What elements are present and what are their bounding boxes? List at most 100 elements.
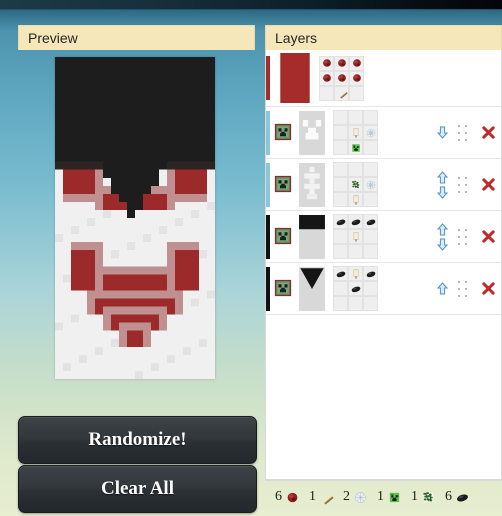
- banner-preview-canvas: [55, 57, 215, 379]
- layer-pattern-thumbnail[interactable]: [299, 214, 325, 259]
- drag-handle-icon: [453, 68, 471, 88]
- recipe-cell-red-dye: [349, 55, 364, 71]
- layers-list: [265, 50, 502, 480]
- crafting-recipe-grid: [319, 55, 364, 101]
- recipe-cell-banner: [348, 266, 363, 281]
- layer-row[interactable]: [266, 159, 501, 211]
- crafting-recipe-grid: [333, 162, 378, 207]
- move-layer-up-icon[interactable]: [436, 282, 448, 295]
- delete-layer-icon[interactable]: [475, 281, 501, 296]
- recipe-cell-vine: [348, 177, 363, 192]
- recipe-cell-empty: [333, 140, 348, 155]
- delete-layer-icon[interactable]: [475, 125, 501, 140]
- recipe-cell-black-dye: [333, 214, 348, 229]
- cost-item: 6: [275, 489, 300, 505]
- red-dye-icon: [285, 490, 300, 505]
- cost-item: 1: [309, 489, 334, 505]
- recipe-cell-stick: [334, 85, 349, 101]
- banner-preview: [55, 57, 215, 379]
- move-layer-down-icon[interactable]: [436, 186, 448, 199]
- drag-handle-icon[interactable]: [453, 123, 471, 143]
- recipe-cell-empty: [363, 110, 378, 125]
- layer-pattern-thumbnail[interactable]: [279, 53, 311, 103]
- drag-handle-icon[interactable]: [453, 279, 471, 299]
- recipe-cell-empty: [363, 192, 378, 207]
- move-layer-up-icon[interactable]: [436, 170, 448, 184]
- recipe-cell-empty: [348, 162, 363, 177]
- recipe-cell-empty: [348, 296, 363, 311]
- status-divider: [265, 480, 502, 481]
- creeper-head-icon: [273, 122, 295, 144]
- recipe-cell-empty: [319, 85, 334, 101]
- cost-item: 2: [343, 489, 368, 505]
- recipe-cell-empty: [333, 296, 348, 311]
- delete-layer-icon[interactable]: [475, 229, 501, 244]
- preview-panel-title: Preview: [18, 25, 255, 50]
- layer-row[interactable]: [266, 211, 501, 263]
- layer-row[interactable]: [266, 50, 501, 107]
- move-layer-down-icon[interactable]: [436, 126, 448, 139]
- layer-reorder-arrows: [431, 170, 453, 199]
- recipe-cell-empty: [333, 281, 348, 296]
- recipe-cell-empty: [333, 125, 348, 140]
- cost-item-count: 1: [411, 489, 418, 504]
- layer-color-edge: [266, 56, 270, 100]
- recipe-cell-black-dye: [348, 214, 363, 229]
- crafting-recipe-grid: [333, 266, 378, 311]
- recipe-cell-empty: [333, 244, 348, 259]
- window-top-strip: [0, 0, 502, 9]
- recipe-cell-black-dye: [333, 266, 348, 281]
- layer-row[interactable]: [266, 107, 501, 159]
- layer-pattern-thumbnail[interactable]: [299, 110, 325, 155]
- recipe-cell-empty: [333, 162, 348, 177]
- crafting-recipe-grid: [333, 110, 378, 155]
- recipe-cell-black-dye: [363, 214, 378, 229]
- recipe-cell-black-dye: [363, 266, 378, 281]
- clear-all-button[interactable]: Clear All: [18, 465, 257, 513]
- vine-icon: [421, 490, 436, 505]
- layer-pattern-thumbnail[interactable]: [299, 162, 325, 207]
- layer-reorder-arrows: [431, 282, 453, 295]
- preview-panel: [18, 50, 255, 395]
- layer-color-edge: [266, 214, 270, 259]
- creeper-head-icon: [273, 174, 295, 196]
- black-dye-icon: [455, 490, 470, 505]
- creeper-head-icon: [273, 226, 295, 248]
- recipe-cell-empty: [333, 177, 348, 192]
- stick-icon: [319, 490, 334, 505]
- drag-handle-icon[interactable]: [453, 175, 471, 195]
- drag-handle-icon[interactable]: [453, 227, 471, 247]
- layer-color-edge: [266, 266, 270, 311]
- crafting-recipe-grid: [333, 214, 378, 259]
- layer-pattern-thumbnail[interactable]: [299, 266, 325, 311]
- recipe-cell-empty: [333, 110, 348, 125]
- recipe-cell-red-dye: [334, 70, 349, 86]
- cost-item-count: 6: [445, 489, 452, 504]
- randomize-button[interactable]: Randomize!: [18, 416, 257, 464]
- recipe-cell-red-dye: [319, 55, 334, 71]
- delete-layer-icon[interactable]: [475, 177, 501, 192]
- recipe-cell-empty: [333, 229, 348, 244]
- recipe-cell-banner: [348, 229, 363, 244]
- layer-reorder-arrows: [431, 222, 453, 251]
- recipe-cell-black-dye: [348, 281, 363, 296]
- cost-item-count: 1: [377, 489, 384, 504]
- recipe-cell-creeper-head: [348, 140, 363, 155]
- recipe-cell-red-dye: [319, 70, 334, 86]
- recipe-cell-empty: [348, 244, 363, 259]
- creeper-head-icon: [387, 490, 402, 505]
- cost-item-count: 6: [275, 489, 282, 504]
- recipe-cell-white-swirl: [363, 125, 378, 140]
- recipe-cell-empty: [363, 162, 378, 177]
- recipe-cell-empty: [333, 192, 348, 207]
- cost-item: 6: [445, 489, 470, 505]
- creeper-head-icon: [273, 278, 295, 300]
- recipe-cell-empty: [348, 110, 363, 125]
- move-layer-up-icon[interactable]: [436, 222, 448, 236]
- cost-item-count: 2: [343, 489, 350, 504]
- cost-summary-bar: 6 1 2 1 1 6: [265, 480, 502, 514]
- move-layer-down-icon[interactable]: [436, 238, 448, 251]
- cost-item: 1: [411, 489, 436, 505]
- layer-row[interactable]: [266, 263, 501, 315]
- recipe-cell-banner: [348, 192, 363, 207]
